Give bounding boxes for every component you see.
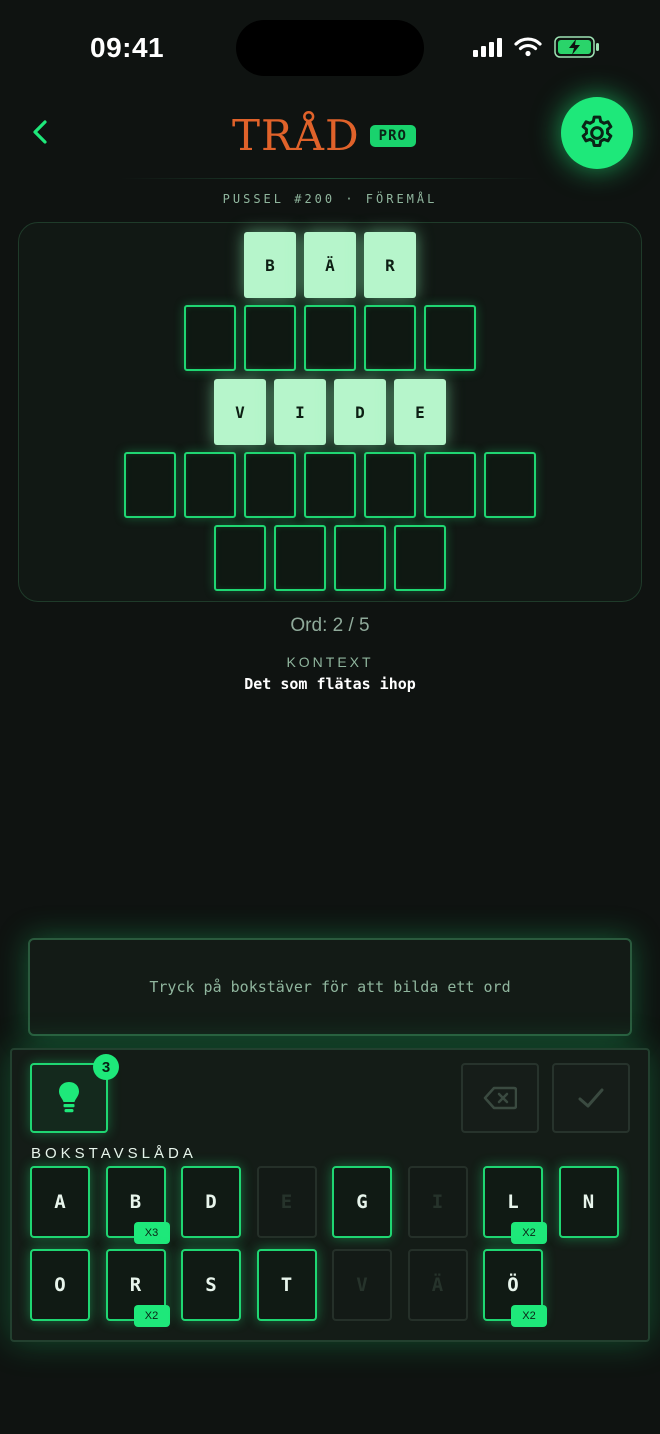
input-placeholder: Tryck på bokstäver för att bilda ett ord	[149, 978, 511, 996]
letter-key-label: I	[431, 1191, 444, 1213]
backspace-button[interactable]	[461, 1063, 539, 1133]
board-tile-empty	[184, 452, 236, 518]
letter-key-label: E	[280, 1191, 293, 1213]
board-tile-empty	[124, 452, 176, 518]
letter-key-label: S	[205, 1274, 217, 1296]
board-tile-filled: Ä	[304, 232, 356, 298]
board-tile-empty	[334, 525, 386, 591]
letter-key-label: L	[507, 1191, 519, 1213]
letter-key-label: G	[356, 1191, 368, 1213]
header-divider	[120, 178, 540, 179]
chevron-left-icon	[33, 120, 47, 144]
letter-key-label: V	[356, 1274, 368, 1296]
word-count: Ord: 2 / 5	[290, 615, 370, 636]
letter-key[interactable]: L X2	[483, 1164, 553, 1244]
hint-count-badge: 3	[93, 1054, 119, 1080]
status-icons	[473, 36, 600, 58]
board-tile-empty	[244, 305, 296, 371]
checkmark-icon	[578, 1088, 604, 1108]
board-tile-filled: R	[364, 232, 416, 298]
status-time: 09:41	[90, 32, 165, 63]
letter-key-label: B	[129, 1191, 142, 1213]
lightbulb-icon	[59, 1082, 79, 1113]
app-logo: TRÅD PRO	[232, 108, 416, 164]
letter-key-label: Ö	[507, 1274, 519, 1296]
letter-key[interactable]: Ö X2	[483, 1247, 553, 1327]
board-tile-filled: V	[214, 379, 266, 445]
app-screen: 09:41 TRÅD PRO PUSSEL #200 · FÖREMÅL B Ä…	[0, 0, 660, 1434]
dynamic-island	[236, 20, 424, 76]
backspace-icon	[483, 1086, 517, 1110]
pro-badge: PRO	[369, 125, 416, 147]
board-tile-filled: I	[274, 379, 326, 445]
letter-key-label: D	[205, 1191, 217, 1213]
board-tile-empty	[364, 305, 416, 371]
letter-count-badge: X2	[133, 1305, 170, 1327]
letter-key[interactable]: S	[181, 1249, 241, 1321]
settings-button[interactable]	[561, 97, 633, 169]
gear-icon	[581, 115, 613, 147]
logo-text: TRÅD	[232, 111, 360, 160]
board-tile-empty	[274, 525, 326, 591]
letter-key-label: N	[582, 1191, 595, 1213]
puzzle-subtitle: PUSSEL #200 · FÖREMÅL	[222, 192, 438, 206]
letter-key[interactable]: A	[30, 1166, 90, 1238]
letter-key: Ä	[407, 1249, 468, 1321]
letter-count-badge: X2	[511, 1222, 547, 1244]
letter-key[interactable]: O	[30, 1249, 90, 1321]
letter-key[interactable]: N	[558, 1166, 619, 1238]
letter-key[interactable]: D	[181, 1166, 241, 1238]
board-tile-empty	[424, 452, 476, 518]
board-tile-filled: E	[394, 379, 446, 445]
letter-key[interactable]: R X2	[105, 1247, 176, 1327]
board-tile-filled: D	[334, 379, 386, 445]
letter-key-label: O	[54, 1274, 66, 1296]
board-tile-empty	[304, 305, 356, 371]
letter-key-label: R	[129, 1274, 142, 1296]
battery-charging-icon	[554, 36, 599, 58]
letter-key-label: T	[280, 1274, 293, 1296]
letter-key: V	[332, 1249, 392, 1321]
context-text: Det som flätas ihop	[244, 675, 416, 693]
back-button[interactable]	[20, 112, 60, 152]
board-tile-empty	[304, 452, 356, 518]
board-tile-empty	[244, 452, 296, 518]
letter-key-label: A	[54, 1191, 66, 1213]
word-input-box[interactable]: Tryck på bokstäver för att bilda ett ord	[28, 938, 632, 1036]
board-tile-empty	[214, 525, 266, 591]
letter-key[interactable]: T	[256, 1249, 317, 1321]
board-tile-empty	[364, 452, 416, 518]
board-tile-empty	[484, 452, 536, 518]
submit-button[interactable]	[552, 1063, 630, 1133]
letter-key[interactable]: B X3	[105, 1164, 176, 1244]
board-tile-empty	[424, 305, 476, 371]
letter-count-badge: X2	[511, 1305, 547, 1327]
letter-key: E	[256, 1166, 317, 1238]
wifi-icon	[514, 37, 542, 57]
letter-key-label: Ä	[431, 1274, 444, 1296]
letter-count-badge: X3	[133, 1222, 170, 1244]
board-tile-filled: B	[244, 232, 296, 298]
letterbox-label: BOKSTAVSLÅDA	[31, 1145, 197, 1162]
context-label: KONTEXT	[286, 654, 374, 670]
board-tile-empty	[394, 525, 446, 591]
cellular-signal-icon	[473, 37, 502, 57]
letter-key: I	[407, 1166, 468, 1238]
board-tile-empty	[184, 305, 236, 371]
letter-key[interactable]: G	[332, 1166, 392, 1238]
